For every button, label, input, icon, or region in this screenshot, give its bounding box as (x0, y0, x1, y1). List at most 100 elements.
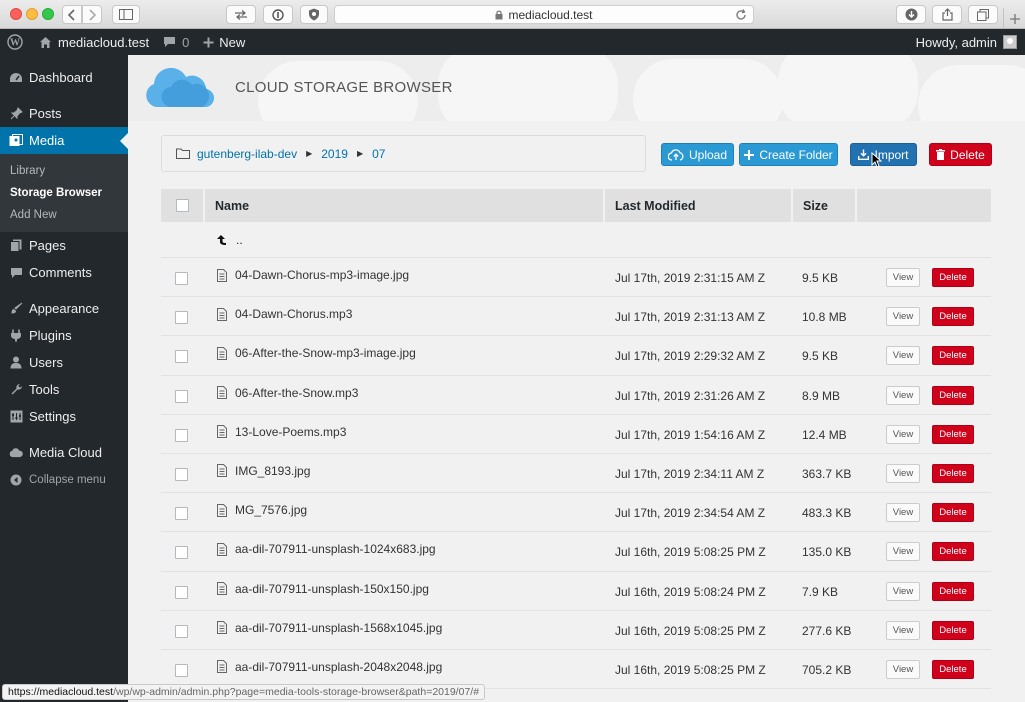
sidebar-item-plugins[interactable]: Plugins (0, 322, 128, 349)
table-row[interactable]: aa-dil-707911-unsplash-1568x1045.jpg Jul … (161, 611, 991, 650)
delete-button[interactable]: Delete (932, 620, 974, 640)
column-header-last-modified[interactable]: Last Modified (605, 189, 791, 222)
view-button[interactable]: View (886, 581, 920, 601)
upload-button[interactable]: Upload (661, 143, 734, 166)
column-header-name[interactable]: Name (205, 189, 603, 222)
address-bar[interactable]: mediacloud.test (334, 5, 754, 24)
delete-selected-button[interactable]: Delete (929, 143, 992, 166)
row-checkbox[interactable] (175, 546, 188, 560)
sidebar-item-comments[interactable]: Comments (0, 259, 128, 286)
row-checkbox[interactable] (175, 507, 188, 521)
parent-directory-row[interactable]: .. (161, 222, 991, 258)
sidebar-item-dashboard[interactable]: Dashboard (0, 64, 128, 91)
view-button[interactable]: View (886, 542, 920, 562)
file-name-cell[interactable]: aa-dil-707911-unsplash-150x150.jpg (217, 582, 429, 596)
reload-icon[interactable] (735, 9, 747, 21)
row-checkbox[interactable] (175, 428, 188, 442)
delete-button[interactable]: Delete (932, 346, 974, 366)
breadcrumb-link-year[interactable]: 2019 (321, 147, 348, 161)
view-button[interactable]: View (886, 385, 920, 405)
table-row[interactable]: 13-Love-Poems.mp3 Jul 17th, 2019 1:54:16 … (161, 415, 991, 454)
table-row[interactable]: 04-Dawn-Chorus.mp3 Jul 17th, 2019 2:31:13… (161, 297, 991, 337)
extension-button[interactable] (226, 5, 256, 24)
table-row[interactable]: MG_7576.jpg Jul 17th, 2019 2:34:54 AM Z 48… (161, 493, 991, 533)
my-account-menu[interactable]: Howdy, admin (916, 35, 1025, 50)
sidebar-item-tools[interactable]: Tools (0, 376, 128, 403)
new-content-menu[interactable]: New (196, 29, 252, 55)
column-header-size[interactable]: Size (793, 189, 855, 222)
row-checkbox[interactable] (175, 663, 188, 677)
sidebar-item-settings[interactable]: Settings (0, 403, 128, 430)
zoom-window-button[interactable] (42, 8, 54, 20)
sidebar-item-users[interactable]: Users (0, 349, 128, 376)
file-name-cell[interactable]: 06-After-the-Snow-mp3-image.jpg (217, 346, 416, 360)
file-name-cell[interactable]: aa-dil-707911-unsplash-1024x683.jpg (217, 542, 436, 556)
breadcrumb-link-root[interactable]: gutenberg-ilab-dev (197, 147, 297, 161)
table-row[interactable]: 06-After-the-Snow.mp3 Jul 17th, 2019 2:31… (161, 376, 991, 415)
view-button[interactable]: View (886, 424, 920, 444)
submenu-item-storage-browser[interactable]: Storage Browser (0, 182, 128, 204)
back-button[interactable] (62, 5, 82, 24)
row-checkbox[interactable] (175, 624, 188, 638)
delete-button[interactable]: Delete (932, 503, 974, 523)
create-folder-button[interactable]: Create Folder (739, 143, 838, 166)
select-all-checkbox[interactable] (175, 199, 189, 212)
collapse-menu-button[interactable]: Collapse menu (0, 466, 128, 493)
file-name-cell[interactable]: aa-dil-707911-unsplash-2048x2048.jpg (217, 660, 442, 674)
delete-button[interactable]: Delete (932, 659, 974, 679)
shield-extension-button[interactable] (300, 5, 328, 24)
file-name-cell[interactable]: 04-Dawn-Chorus-mp3-image.jpg (217, 268, 409, 282)
table-row[interactable]: 04-Dawn-Chorus-mp3-image.jpg Jul 17th, 20… (161, 258, 991, 298)
close-window-button[interactable] (10, 8, 22, 20)
view-button[interactable]: View (886, 307, 920, 327)
view-button[interactable]: View (886, 463, 920, 483)
submenu-item-add-new[interactable]: Add New (0, 204, 128, 226)
row-checkbox[interactable] (175, 389, 188, 403)
password-extension-button[interactable] (263, 5, 293, 24)
minimize-window-button[interactable] (26, 8, 38, 20)
delete-button[interactable]: Delete (932, 542, 974, 562)
submenu-item-library[interactable]: Library (0, 160, 128, 182)
sidebar-item-media-cloud[interactable]: Media Cloud (0, 439, 128, 466)
table-row[interactable]: 06-After-the-Snow-mp3-image.jpg Jul 17th,… (161, 336, 991, 376)
table-row[interactable]: IMG_8193.jpg Jul 17th, 2019 2:34:11 AM Z 3… (161, 454, 991, 494)
new-tab-button[interactable] (1003, 8, 1025, 29)
sidebar-item-posts[interactable]: Posts (0, 100, 128, 127)
delete-button[interactable]: Delete (932, 463, 974, 483)
share-button[interactable] (932, 5, 962, 24)
row-checkbox[interactable] (175, 311, 188, 325)
comments-link[interactable]: 0 (156, 29, 196, 55)
view-button[interactable]: View (886, 659, 920, 679)
file-name-cell[interactable]: aa-dil-707911-unsplash-1568x1045.jpg (217, 621, 442, 635)
view-button[interactable]: View (886, 620, 920, 640)
wordpress-logo-menu[interactable]: W (0, 29, 30, 55)
delete-button[interactable]: Delete (932, 385, 974, 405)
row-checkbox[interactable] (175, 467, 188, 481)
sidebar-item-appearance[interactable]: Appearance (0, 295, 128, 322)
breadcrumb-link-month[interactable]: 07 (372, 147, 385, 161)
view-button[interactable]: View (886, 503, 920, 523)
table-row[interactable]: aa-dil-707911-unsplash-1024x683.jpg Jul 1… (161, 532, 991, 572)
file-name-cell[interactable]: IMG_8193.jpg (217, 464, 310, 478)
tabs-overview-button[interactable] (968, 5, 998, 24)
import-button[interactable]: Import (850, 143, 917, 166)
table-row[interactable]: aa-dil-707911-unsplash-150x150.jpg Jul 16… (161, 572, 991, 611)
file-name-cell[interactable]: 04-Dawn-Chorus.mp3 (217, 307, 352, 321)
forward-button[interactable] (82, 5, 102, 24)
file-name-cell[interactable]: 06-After-the-Snow.mp3 (217, 386, 358, 400)
delete-button[interactable]: Delete (932, 424, 974, 444)
sidebar-item-media[interactable]: Media (0, 127, 128, 154)
site-name-link[interactable]: mediacloud.test (32, 29, 156, 55)
delete-button[interactable]: Delete (932, 581, 974, 601)
row-checkbox[interactable] (175, 350, 188, 364)
file-name-cell[interactable]: 13-Love-Poems.mp3 (217, 425, 346, 439)
row-checkbox[interactable] (175, 585, 188, 599)
view-button[interactable]: View (886, 268, 920, 287)
downloads-button[interactable] (896, 5, 926, 24)
delete-button[interactable]: Delete (932, 268, 974, 287)
row-checkbox[interactable] (175, 272, 188, 285)
sidebar-toggle-button[interactable] (112, 5, 140, 24)
view-button[interactable]: View (886, 346, 920, 366)
file-name-cell[interactable]: MG_7576.jpg (217, 503, 307, 517)
sidebar-item-pages[interactable]: Pages (0, 232, 128, 259)
